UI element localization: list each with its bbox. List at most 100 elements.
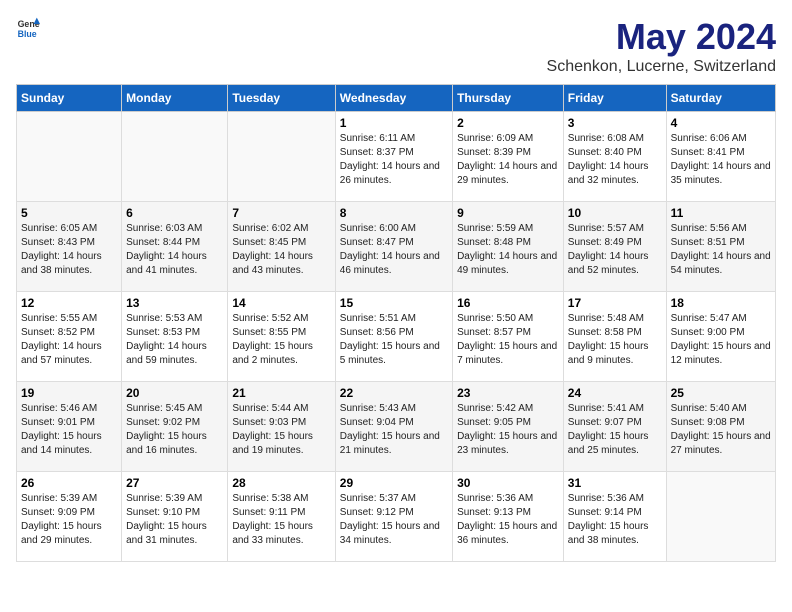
day-number: 9 — [457, 206, 559, 220]
calendar-cell: 14 Sunrise: 5:52 AM Sunset: 8:55 PM Dayli… — [228, 292, 335, 382]
calendar-week-row: 26 Sunrise: 5:39 AM Sunset: 9:09 PM Dayli… — [17, 472, 776, 562]
calendar-cell: 23 Sunrise: 5:42 AM Sunset: 9:05 PM Dayli… — [453, 382, 564, 472]
day-info: Sunrise: 5:39 AM Sunset: 9:10 PM Dayligh… — [126, 492, 223, 548]
day-number: 2 — [457, 116, 559, 130]
subtitle: Schenkon, Lucerne, Switzerland — [547, 58, 776, 76]
day-number: 23 — [457, 386, 559, 400]
day-number: 31 — [568, 476, 662, 490]
day-number: 7 — [232, 206, 330, 220]
day-info: Sunrise: 5:44 AM Sunset: 9:03 PM Dayligh… — [232, 402, 330, 458]
calendar-cell: 15 Sunrise: 5:51 AM Sunset: 8:56 PM Dayli… — [335, 292, 452, 382]
calendar-cell: 20Sunrise: 5:45 AM Sunset: 9:02 PM Dayli… — [122, 382, 228, 472]
calendar-cell — [17, 112, 122, 202]
calendar-cell: 9 Sunrise: 5:59 AM Sunset: 8:48 PM Daylig… — [453, 202, 564, 292]
day-info: Sunrise: 5:48 AM Sunset: 8:58 PM Dayligh… — [568, 312, 662, 368]
calendar-week-row: 19 Sunrise: 5:46 AM Sunset: 9:01 PM Dayli… — [17, 382, 776, 472]
day-number: 15 — [340, 296, 448, 310]
calendar-week-row: 12 Sunrise: 5:55 AM Sunset: 8:52 PM Dayli… — [17, 292, 776, 382]
calendar-cell: 28 Sunrise: 5:38 AM Sunset: 9:11 PM Dayli… — [228, 472, 335, 562]
calendar-cell: 18Sunrise: 5:47 AM Sunset: 9:00 PM Dayli… — [666, 292, 775, 382]
calendar-cell: 26 Sunrise: 5:39 AM Sunset: 9:09 PM Dayli… — [17, 472, 122, 562]
day-info: Sunrise: 6:02 AM Sunset: 8:45 PM Dayligh… — [232, 222, 330, 278]
day-number: 1 — [340, 116, 448, 130]
logo: General Blue — [16, 16, 40, 40]
day-info: Sunrise: 5:42 AM Sunset: 9:05 PM Dayligh… — [457, 402, 559, 458]
day-number: 26 — [21, 476, 117, 490]
calendar-cell: 17 Sunrise: 5:48 AM Sunset: 8:58 PM Dayli… — [563, 292, 666, 382]
calendar-cell: 13Sunrise: 5:53 AM Sunset: 8:53 PM Dayli… — [122, 292, 228, 382]
day-info: Sunrise: 6:11 AM Sunset: 8:37 PM Dayligh… — [340, 132, 448, 188]
day-number: 4 — [671, 116, 771, 130]
calendar-cell: 5 Sunrise: 6:05 AM Sunset: 8:43 PM Daylig… — [17, 202, 122, 292]
header-cell-tuesday: Tuesday — [228, 85, 335, 112]
day-info: Sunrise: 5:56 AM Sunset: 8:51 PM Dayligh… — [671, 222, 771, 278]
calendar-cell: 31 Sunrise: 5:36 AM Sunset: 9:14 PM Dayli… — [563, 472, 666, 562]
day-info: Sunrise: 5:36 AM Sunset: 9:13 PM Dayligh… — [457, 492, 559, 548]
day-number: 28 — [232, 476, 330, 490]
calendar-cell — [228, 112, 335, 202]
calendar-cell: 7 Sunrise: 6:02 AM Sunset: 8:45 PM Daylig… — [228, 202, 335, 292]
calendar-cell: 4 Sunrise: 6:06 AM Sunset: 8:41 PM Daylig… — [666, 112, 775, 202]
calendar-cell: 22 Sunrise: 5:43 AM Sunset: 9:04 PM Dayli… — [335, 382, 452, 472]
day-info: Sunrise: 5:55 AM Sunset: 8:52 PM Dayligh… — [21, 312, 117, 368]
day-info: Sunrise: 5:59 AM Sunset: 8:48 PM Dayligh… — [457, 222, 559, 278]
header-cell-wednesday: Wednesday — [335, 85, 452, 112]
day-number: 12 — [21, 296, 117, 310]
day-info: Sunrise: 5:39 AM Sunset: 9:09 PM Dayligh… — [21, 492, 117, 548]
header-cell-sunday: Sunday — [17, 85, 122, 112]
header-cell-thursday: Thursday — [453, 85, 564, 112]
day-info: Sunrise: 5:52 AM Sunset: 8:55 PM Dayligh… — [232, 312, 330, 368]
day-number: 6 — [126, 206, 223, 220]
calendar-cell: 27 Sunrise: 5:39 AM Sunset: 9:10 PM Dayli… — [122, 472, 228, 562]
calendar-cell — [122, 112, 228, 202]
header-cell-friday: Friday — [563, 85, 666, 112]
header-cell-saturday: Saturday — [666, 85, 775, 112]
calendar-cell: 3 Sunrise: 6:08 AM Sunset: 8:40 PM Daylig… — [563, 112, 666, 202]
day-info: Sunrise: 5:45 AM Sunset: 9:02 PM Dayligh… — [126, 402, 223, 458]
day-info: Sunrise: 6:09 AM Sunset: 8:39 PM Dayligh… — [457, 132, 559, 188]
day-number: 17 — [568, 296, 662, 310]
calendar-cell: 30Sunrise: 5:36 AM Sunset: 9:13 PM Dayli… — [453, 472, 564, 562]
svg-text:Blue: Blue — [18, 29, 37, 39]
day-number: 13 — [126, 296, 223, 310]
day-number: 5 — [21, 206, 117, 220]
day-info: Sunrise: 5:37 AM Sunset: 9:12 PM Dayligh… — [340, 492, 448, 548]
calendar-cell: 10Sunrise: 5:57 AM Sunset: 8:49 PM Dayli… — [563, 202, 666, 292]
day-info: Sunrise: 5:46 AM Sunset: 9:01 PM Dayligh… — [21, 402, 117, 458]
day-number: 3 — [568, 116, 662, 130]
page-header: General Blue May 2024 Schenkon, Lucerne,… — [16, 16, 776, 76]
logo-icon: General Blue — [16, 16, 40, 40]
calendar-cell: 1 Sunrise: 6:11 AM Sunset: 8:37 PM Daylig… — [335, 112, 452, 202]
day-info: Sunrise: 5:51 AM Sunset: 8:56 PM Dayligh… — [340, 312, 448, 368]
calendar-cell: 19 Sunrise: 5:46 AM Sunset: 9:01 PM Dayli… — [17, 382, 122, 472]
day-number: 24 — [568, 386, 662, 400]
day-info: Sunrise: 6:05 AM Sunset: 8:43 PM Dayligh… — [21, 222, 117, 278]
day-number: 14 — [232, 296, 330, 310]
calendar-cell — [666, 472, 775, 562]
day-number: 11 — [671, 206, 771, 220]
day-number: 16 — [457, 296, 559, 310]
day-info: Sunrise: 5:38 AM Sunset: 9:11 PM Dayligh… — [232, 492, 330, 548]
calendar-cell: 21Sunrise: 5:44 AM Sunset: 9:03 PM Dayli… — [228, 382, 335, 472]
day-number: 8 — [340, 206, 448, 220]
day-number: 19 — [21, 386, 117, 400]
day-info: Sunrise: 6:08 AM Sunset: 8:40 PM Dayligh… — [568, 132, 662, 188]
calendar-cell: 25Sunrise: 5:40 AM Sunset: 9:08 PM Dayli… — [666, 382, 775, 472]
calendar-table: SundayMondayTuesdayWednesdayThursdayFrid… — [16, 84, 776, 562]
calendar-cell: 16Sunrise: 5:50 AM Sunset: 8:57 PM Dayli… — [453, 292, 564, 382]
day-info: Sunrise: 5:43 AM Sunset: 9:04 PM Dayligh… — [340, 402, 448, 458]
calendar-cell: 12 Sunrise: 5:55 AM Sunset: 8:52 PM Dayli… — [17, 292, 122, 382]
header-row: SundayMondayTuesdayWednesdayThursdayFrid… — [17, 85, 776, 112]
calendar-cell: 6Sunrise: 6:03 AM Sunset: 8:44 PM Daylig… — [122, 202, 228, 292]
day-number: 27 — [126, 476, 223, 490]
day-info: Sunrise: 5:41 AM Sunset: 9:07 PM Dayligh… — [568, 402, 662, 458]
day-number: 10 — [568, 206, 662, 220]
main-title: May 2024 — [547, 16, 776, 58]
calendar-cell: 2 Sunrise: 6:09 AM Sunset: 8:39 PM Daylig… — [453, 112, 564, 202]
calendar-cell: 11 Sunrise: 5:56 AM Sunset: 8:51 PM Dayli… — [666, 202, 775, 292]
day-number: 22 — [340, 386, 448, 400]
day-info: Sunrise: 5:36 AM Sunset: 9:14 PM Dayligh… — [568, 492, 662, 548]
day-number: 29 — [340, 476, 448, 490]
day-info: Sunrise: 6:06 AM Sunset: 8:41 PM Dayligh… — [671, 132, 771, 188]
day-number: 18 — [671, 296, 771, 310]
